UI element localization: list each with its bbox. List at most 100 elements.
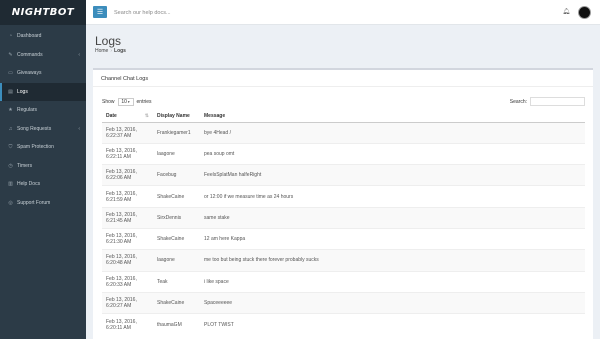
cell-message: i like space (200, 270, 585, 293)
table-row: Feb 13, 2016, 6:21:30 AM ShakeCaine 12 am h… (102, 227, 585, 250)
column-header-message[interactable]: Message (200, 110, 585, 123)
breadcrumb-separator: › (110, 48, 113, 54)
bell-icon[interactable]: 🔔︎ (562, 8, 570, 15)
table-search-label: Search: (509, 98, 527, 105)
cell-message: FeelsSplatMan halfeRight (200, 164, 585, 186)
box-title: Channel Chat Logs (101, 76, 149, 82)
book-icon: ▥ (8, 181, 13, 188)
logs-box: Channel Chat Logs Show 10 ▾ entries Sear… (93, 68, 593, 339)
entries-value: 10 (121, 99, 127, 105)
time-line: 6:20:27 AM (106, 303, 132, 310)
sidebar-item-label: Spam Protection (17, 144, 54, 151)
cell-display-name: Teak (153, 270, 200, 293)
column-header-name-label: Display Name (157, 112, 190, 119)
sidebar-item-label: Support Forum (17, 199, 51, 206)
sidebar-item-support-forum[interactable]: ◎ Support Forum (0, 194, 86, 213)
breadcrumb: Home › Logs (95, 48, 126, 54)
sidebar-item-help-docs[interactable]: ▥ Help Docs (0, 175, 86, 194)
cell-date: Feb 13, 2016, 6:20:27 AM (102, 291, 153, 314)
time-line: 6:22:11 AM (106, 153, 131, 160)
sidebar-item-song-requests[interactable]: ♫ Song Requests ‹ (0, 120, 86, 139)
music-icon: ♫ (8, 125, 13, 132)
sidebar-item-dashboard[interactable]: ◔ Dashboard (0, 27, 86, 46)
cell-message: same stake (200, 206, 585, 229)
hamburger-icon: ☰ (96, 9, 104, 16)
cell-display-name: SirxDennis (153, 206, 200, 229)
cell-date: Feb 13, 2016, 6:20:48 AM (102, 249, 153, 272)
topbar: ☰ 🔔︎ (86, 0, 600, 25)
chevron-left-icon: ‹ (78, 125, 80, 132)
show-label: Show (102, 99, 115, 105)
sidebar-item-spam-protection[interactable]: ⛉ Spam Protection (0, 138, 86, 157)
time-line: 6:20:11 AM (106, 324, 131, 331)
cell-message: pea soup omt (200, 142, 585, 165)
cell-date: Feb 13, 2016, 6:21:45 AM (102, 206, 153, 229)
table-header-row: Date ⇅ Display Name Message (102, 110, 585, 123)
main-content: Logs Home › Logs Channel Chat Logs Show 10… (86, 25, 600, 339)
sidebar-item-giveaways[interactable]: ▭ Giveaways (0, 64, 86, 83)
cell-display-name: ShakeCaine (153, 227, 200, 250)
pencil-icon: ✎ (8, 51, 13, 58)
table-row: Feb 13, 2016, 6:20:33 AM Teak i like space (102, 270, 585, 293)
sidebar-item-label: Dashboard (17, 33, 42, 40)
sidebar-nav: ◔ Dashboard ✎ Commands ‹ ▭ Giveaways ▤ Logs ★ Regu… (0, 25, 86, 212)
table-row: Feb 13, 2016, 6:20:27 AM ShakeCaine Spaceee… (102, 291, 585, 314)
cell-message: bye 4Head / (200, 121, 585, 144)
cell-date: Feb 13, 2016, 6:22:06 AM (102, 164, 153, 186)
sidebar-item-regulars[interactable]: ★ Regulars (0, 101, 86, 120)
logo[interactable]: NIGHTBOT (0, 0, 86, 25)
table-row: Feb 13, 2016, 6:20:11 AM thaumaGM PLOT TWIS… (102, 313, 585, 335)
cell-message: Spaceeeeee (200, 291, 585, 314)
page-title: Logs (95, 34, 122, 48)
breadcrumb-home-link[interactable]: Home (95, 48, 108, 54)
cell-date: Feb 13, 2016, 6:21:30 AM (102, 227, 153, 250)
clock-icon: ◷ (8, 162, 13, 169)
sidebar-item-label: Giveaways (17, 70, 42, 77)
entries-length-control: Show 10 ▾ entries (102, 98, 152, 106)
column-header-date[interactable]: Date ⇅ (102, 110, 153, 123)
cell-date: Feb 13, 2016, 6:22:11 AM (102, 142, 153, 165)
search-input[interactable] (114, 7, 314, 18)
cell-display-name: ShakeCaine (153, 185, 200, 208)
time-line: 6:22:37 AM (106, 132, 132, 139)
cell-date: Feb 13, 2016, 6:22:37 AM (102, 121, 153, 144)
cell-display-name: ShakeCaine (153, 291, 200, 314)
globe-icon: ◎ (8, 199, 13, 206)
time-line: 6:22:06 AM (106, 175, 132, 182)
table-body: Feb 13, 2016, 6:22:37 AM Frankiegamer1 bye … (102, 121, 585, 335)
cell-message: or 12:00 if we measure time as 24 hours (200, 185, 585, 208)
sidebar-item-label: Commands (17, 51, 43, 58)
column-header-date-label: Date (106, 112, 117, 119)
entries-label: entries (136, 99, 152, 105)
logo-text: NIGHTBOT (11, 7, 75, 18)
menu-toggle-button[interactable]: ☰ (93, 6, 107, 18)
time-line: 6:21:30 AM (106, 239, 132, 246)
shield-icon: ⛉ (8, 144, 13, 151)
sort-icon: ⇅ (144, 113, 149, 119)
table-row: Feb 13, 2016, 6:22:37 AM Frankiegamer1 bye … (102, 121, 585, 144)
dashboard-icon: ◔ (8, 33, 13, 40)
cell-message: PLOT TWIST (200, 313, 585, 335)
avatar[interactable] (578, 6, 591, 19)
table-row: Feb 13, 2016, 6:21:45 AM SirxDennis same st… (102, 206, 585, 229)
sidebar-item-label: Help Docs (17, 181, 41, 188)
cell-date: Feb 13, 2016, 6:20:33 AM (102, 270, 153, 293)
cell-display-name: thaumaGM (153, 313, 200, 335)
cell-message: me too but being stuck there forever pro… (200, 249, 585, 272)
sidebar-item-logs[interactable]: ▤ Logs (0, 82, 86, 101)
sidebar: NIGHTBOT ◔ Dashboard ✎ Commands ‹ ▭ Giveaways ▤… (0, 0, 86, 339)
table-row: Feb 13, 2016, 6:20:48 AM laagone me too but… (102, 249, 585, 272)
entries-select[interactable]: 10 ▾ (117, 98, 134, 106)
table-row: Feb 13, 2016, 6:22:06 AM Facebug FeelsSplat… (102, 164, 585, 186)
time-line: 6:21:45 AM (106, 217, 132, 224)
sidebar-item-label: Regulars (17, 107, 38, 114)
time-line: 6:20:48 AM (106, 260, 132, 267)
sidebar-item-commands[interactable]: ✎ Commands ‹ (0, 46, 86, 65)
table-row: Feb 13, 2016, 6:21:59 AM ShakeCaine or 12:0… (102, 185, 585, 208)
cell-display-name: laagone (153, 142, 200, 165)
sidebar-item-timers[interactable]: ◷ Timers (0, 157, 86, 176)
column-header-display-name[interactable]: Display Name (153, 110, 200, 123)
table-search-input[interactable] (530, 97, 585, 106)
sidebar-item-label: Logs (17, 88, 28, 95)
cell-display-name: Frankiegamer1 (153, 121, 200, 144)
